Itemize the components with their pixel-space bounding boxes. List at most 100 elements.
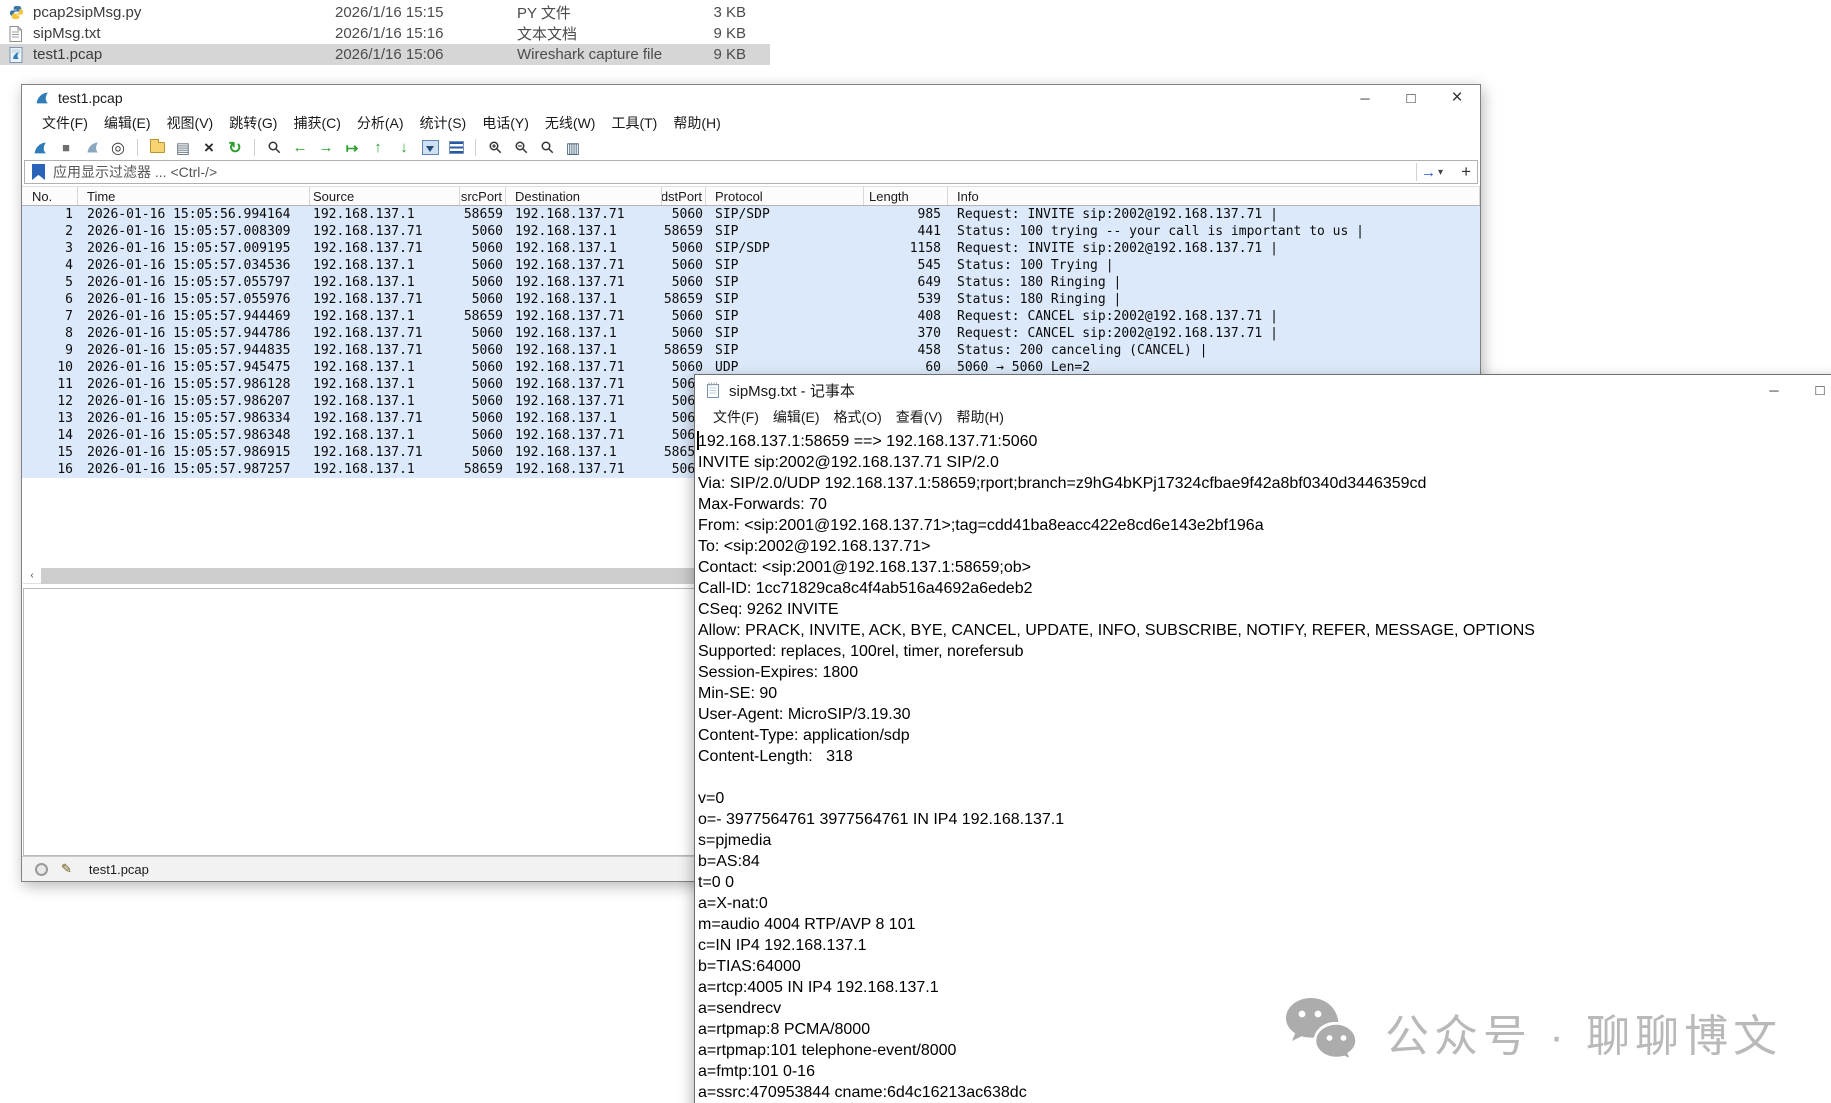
column-header-destination[interactable]: Destination	[506, 187, 662, 205]
packet-protocol: SIP	[715, 275, 739, 290]
close-button[interactable]	[1434, 85, 1480, 111]
packet-row[interactable]: 4 2026-01-16 15:05:57.034536 192.168.137…	[22, 257, 1480, 274]
wireshark-titlebar[interactable]: test1.pcap	[22, 85, 1480, 111]
auto-scroll-icon[interactable]	[420, 138, 440, 158]
packet-srcport: 5060	[471, 445, 503, 460]
column-header-dstport[interactable]: dstPort	[662, 187, 706, 205]
packet-list-header[interactable]: No. Time Source srcPort Destination dstP…	[22, 186, 1480, 206]
minimize-button[interactable]	[1342, 85, 1388, 111]
packet-destination: 192.168.137.71	[515, 207, 625, 222]
text-line	[698, 767, 1831, 788]
maximize-button[interactable]	[1388, 85, 1434, 111]
column-header-source[interactable]: Source	[310, 187, 460, 205]
packet-source: 192.168.137.71	[313, 292, 423, 307]
minimize-button[interactable]	[1751, 375, 1797, 405]
go-first-packet-icon[interactable]	[368, 138, 388, 158]
menu-item[interactable]: 电话(Y)	[474, 113, 537, 133]
resize-columns-icon[interactable]	[563, 138, 583, 158]
column-header-no[interactable]: No.	[22, 187, 78, 205]
expert-info-icon[interactable]: ✎	[61, 861, 72, 877]
notepad-icon	[705, 381, 721, 399]
menu-item[interactable]: 文件(F)	[706, 407, 766, 427]
file-row-test1-pcap-selected[interactable]: test1.pcap 2026/1/16 15:06 Wireshark cap…	[0, 44, 770, 65]
packet-source: 192.168.137.1	[313, 462, 415, 477]
packet-source: 192.168.137.1	[313, 207, 415, 222]
menu-item[interactable]: 工具(T)	[603, 113, 665, 133]
packet-row[interactable]: 8 2026-01-16 15:05:57.944786 192.168.137…	[22, 325, 1480, 342]
menu-item[interactable]: 分析(A)	[349, 113, 412, 133]
column-header-info[interactable]: Info	[948, 187, 1480, 205]
menu-item[interactable]: 视图(V)	[159, 113, 222, 133]
go-last-packet-icon[interactable]	[394, 138, 414, 158]
watermark: 公众号 · 聊聊博文	[1283, 995, 1782, 1068]
menu-item[interactable]: 编辑(E)	[766, 407, 827, 427]
go-back-icon[interactable]	[290, 138, 310, 158]
packet-srcport: 58659	[463, 207, 503, 222]
restart-capture-icon[interactable]	[82, 138, 102, 158]
packet-dstport: 5060	[671, 326, 703, 341]
find-packet-icon[interactable]	[264, 138, 284, 158]
go-to-packet-icon[interactable]	[342, 138, 362, 158]
open-file-icon[interactable]	[147, 138, 167, 158]
packet-srcport: 5060	[471, 258, 503, 273]
filter-add-button[interactable]: +	[1461, 161, 1471, 183]
zoom-in-icon[interactable]	[485, 138, 505, 158]
packet-row[interactable]: 2 2026-01-16 15:05:57.008309 192.168.137…	[22, 223, 1480, 240]
column-header-protocol[interactable]: Protocol	[706, 187, 864, 205]
zoom-reset-icon[interactable]	[537, 138, 557, 158]
packet-row[interactable]: 7 2026-01-16 15:05:57.944469 192.168.137…	[22, 308, 1480, 325]
menu-item[interactable]: 查看(V)	[889, 407, 950, 427]
filter-input-placeholder[interactable]: 应用显示过滤器 ... <Ctrl-/>	[53, 162, 217, 182]
file-row-sipmsg[interactable]: sipMsg.txt 2026/1/16 15:16 文本文档 9 KB	[0, 23, 770, 44]
menu-item[interactable]: 文件(F)	[34, 113, 96, 133]
menu-item[interactable]: 跳转(G)	[221, 113, 285, 133]
stop-capture-icon[interactable]	[56, 138, 76, 158]
file-row-pcap2sipmsg[interactable]: pcap2sipMsg.py 2026/1/16 15:15 PY 文件 3 K…	[0, 2, 770, 23]
menu-item[interactable]: 格式(O)	[827, 407, 889, 427]
packet-info: Request: INVITE sip:2002@192.168.137.71 …	[957, 207, 1278, 222]
reload-file-icon[interactable]	[225, 138, 245, 158]
packet-destination: 192.168.137.71	[515, 377, 625, 392]
packet-source: 192.168.137.71	[313, 411, 423, 426]
packet-length: 370	[917, 326, 941, 341]
menu-item[interactable]: 编辑(E)	[96, 113, 159, 133]
filter-bookmark-icon[interactable]	[32, 164, 45, 180]
menu-item[interactable]: 统计(S)	[412, 113, 475, 133]
packet-srcport: 5060	[471, 326, 503, 341]
notepad-titlebar[interactable]: sipMsg.txt - 记事本	[695, 375, 1831, 405]
start-capture-icon[interactable]	[30, 138, 50, 158]
packet-row[interactable]: 1 2026-01-16 15:05:56.994164 192.168.137…	[22, 206, 1480, 223]
go-forward-icon[interactable]	[316, 138, 336, 158]
menu-item[interactable]: 帮助(H)	[949, 407, 1010, 427]
packet-no: 9	[65, 343, 73, 358]
packet-srcport: 5060	[471, 377, 503, 392]
capture-status-icon[interactable]	[35, 862, 48, 876]
packet-row[interactable]: 9 2026-01-16 15:05:57.944835 192.168.137…	[22, 342, 1480, 359]
menu-item[interactable]: 捕获(C)	[285, 113, 348, 133]
packet-destination: 192.168.137.71	[515, 275, 625, 290]
filter-apply-dropdown[interactable]: → ▾	[1415, 163, 1447, 181]
column-header-srcport[interactable]: srcPort	[460, 187, 506, 205]
file-type: PY 文件	[517, 5, 571, 22]
scroll-left-arrow-icon[interactable]: ‹	[23, 568, 41, 584]
column-header-time[interactable]: Time	[78, 187, 310, 205]
file-name: sipMsg.txt	[33, 25, 101, 42]
packet-row[interactable]: 6 2026-01-16 15:05:57.055976 192.168.137…	[22, 291, 1480, 308]
zoom-out-icon[interactable]	[511, 138, 531, 158]
display-filter-bar[interactable]: 应用显示过滤器 ... <Ctrl-/> → ▾ +	[24, 160, 1478, 184]
menu-item[interactable]: 帮助(H)	[665, 113, 728, 133]
colorize-icon[interactable]	[446, 138, 466, 158]
packet-row[interactable]: 3 2026-01-16 15:05:57.009195 192.168.137…	[22, 240, 1480, 257]
packet-destination: 192.168.137.71	[515, 309, 625, 324]
menu-item[interactable]: 无线(W)	[537, 113, 604, 133]
close-file-icon[interactable]	[199, 138, 219, 158]
maximize-button[interactable]	[1797, 375, 1831, 405]
column-header-length[interactable]: Length	[864, 187, 948, 205]
packet-row[interactable]: 5 2026-01-16 15:05:57.055797 192.168.137…	[22, 274, 1480, 291]
packet-source: 192.168.137.1	[313, 377, 415, 392]
capture-options-icon[interactable]	[108, 138, 128, 158]
text-line: Call-ID: 1cc71829ca8c4f4ab516a4692a6edeb…	[698, 580, 1033, 597]
watermark-text: 公众号 · 聊聊博文	[1385, 1011, 1783, 1061]
packet-no: 10	[57, 360, 73, 375]
save-file-icon[interactable]	[173, 138, 193, 158]
